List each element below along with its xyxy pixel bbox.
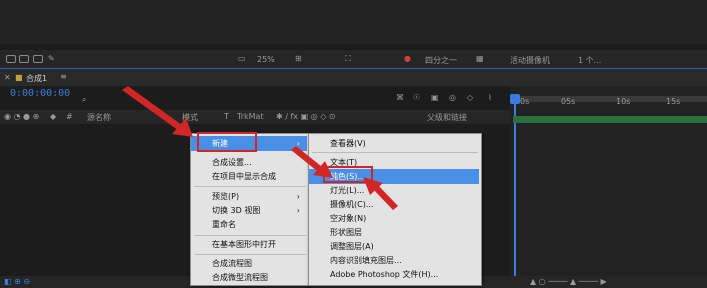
arrow-from-solid-icon [363,177,398,210]
annotation-arrows [122,86,398,210]
arrow-to-new-icon [122,86,193,137]
arrow-to-solid-icon [291,146,333,178]
